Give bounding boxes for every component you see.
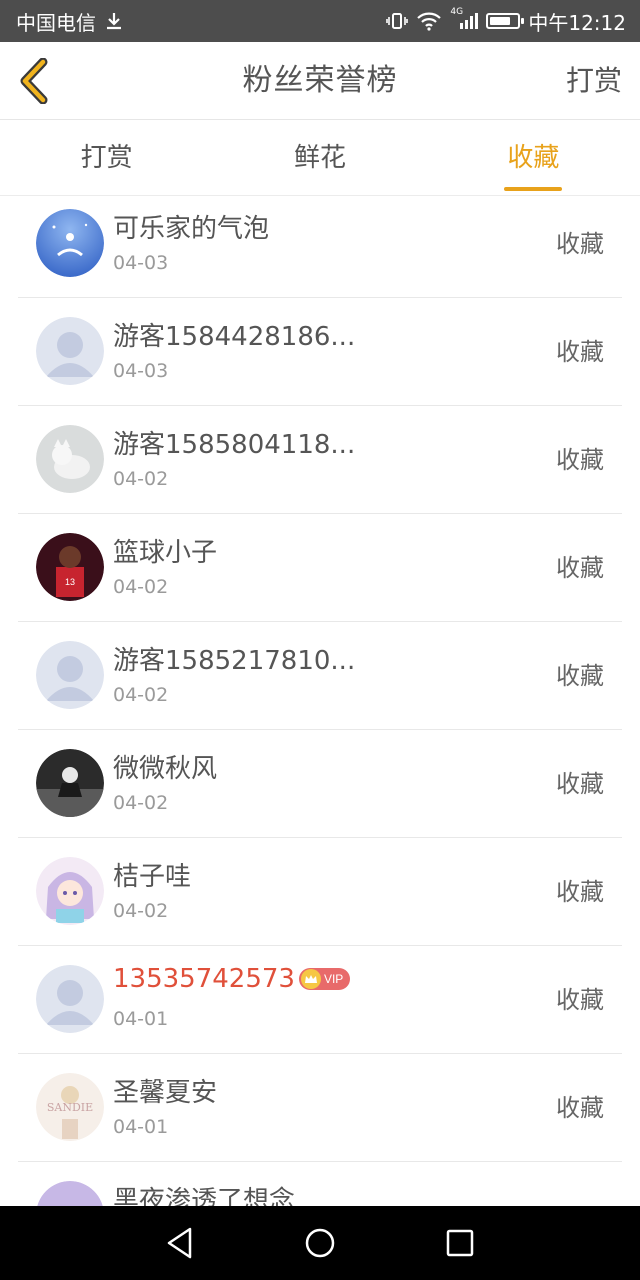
crown-icon bbox=[300, 969, 321, 989]
favorite-date: 04-02 bbox=[113, 792, 169, 814]
avatar[interactable] bbox=[36, 425, 104, 493]
avatar[interactable] bbox=[36, 965, 104, 1033]
header-bar: 粉丝荣誉榜 打赏 bbox=[0, 42, 640, 120]
tab-reward[interactable]: 打赏 bbox=[0, 120, 213, 195]
user-name: 游客1585217810... bbox=[113, 640, 355, 677]
user-name: 黑夜渗透了想念 bbox=[113, 1180, 295, 1206]
tab-flowers[interactable]: 鲜花 bbox=[213, 120, 426, 195]
list-item[interactable]: 微微秋风 04-02 收藏 bbox=[18, 730, 622, 838]
system-nav-bar bbox=[0, 1206, 640, 1280]
user-name-text: 游客1584428186... bbox=[113, 322, 356, 352]
user-name-text: 可乐家的气泡 bbox=[113, 214, 270, 244]
fan-list[interactable]: 可乐家的气泡 04-03 收藏 游客1584428186... 04-03 收藏 游客158… bbox=[0, 190, 640, 1206]
page-title: 粉丝荣誉榜 bbox=[242, 63, 398, 98]
avatar[interactable] bbox=[36, 641, 104, 709]
user-name-text: 微微秋风 bbox=[113, 754, 218, 784]
action-label: 收藏 bbox=[556, 446, 604, 474]
avatar[interactable]: 13 bbox=[36, 533, 104, 601]
action-label: 收藏 bbox=[556, 878, 604, 906]
avatar-text: SANDIE bbox=[46, 1101, 94, 1114]
user-name: 游客1584428186... bbox=[113, 316, 355, 353]
action-label: 收藏 bbox=[556, 986, 604, 1014]
user-name-text: 13535742573 bbox=[113, 964, 295, 994]
user-name-text: 游客1585804118... bbox=[113, 430, 356, 460]
svg-text:13: 13 bbox=[65, 577, 75, 587]
action-label: 收藏 bbox=[556, 230, 604, 258]
avatar[interactable] bbox=[36, 1181, 104, 1206]
home-circle-icon bbox=[305, 1228, 335, 1258]
list-item[interactable]: 13 篮球小子 04-02 收藏 bbox=[18, 514, 622, 622]
avatar[interactable] bbox=[36, 857, 104, 925]
favorite-date: 04-03 bbox=[113, 252, 169, 274]
vip-label: VIP bbox=[323, 972, 344, 986]
favorite-date: 04-02 bbox=[113, 900, 169, 922]
battery-level bbox=[490, 17, 510, 25]
network-type: 4G bbox=[450, 7, 464, 17]
favorite-date: 04-01 bbox=[113, 1116, 169, 1138]
wifi-icon bbox=[416, 11, 442, 31]
favorite-date: 04-03 bbox=[113, 360, 169, 382]
status-bar: 中国电信 4G 中午12:12 bbox=[0, 0, 640, 42]
avatar[interactable] bbox=[36, 749, 104, 817]
action-label: 收藏 bbox=[556, 770, 604, 798]
user-name: 桔子哇 bbox=[113, 856, 191, 893]
clock: 中午12:12 bbox=[528, 10, 626, 35]
avatar[interactable] bbox=[36, 209, 104, 277]
list-item[interactable]: 黑夜渗透了想念 bbox=[18, 1162, 622, 1206]
user-name-text: 篮球小子 bbox=[113, 538, 218, 568]
action-label: 收藏 bbox=[556, 554, 604, 582]
action-label: 收藏 bbox=[556, 1094, 604, 1122]
avatar[interactable] bbox=[36, 317, 104, 385]
nav-recents-button[interactable] bbox=[430, 1213, 490, 1273]
favorite-date: 04-02 bbox=[113, 468, 169, 490]
user-name-text: 圣馨夏安 bbox=[113, 1078, 218, 1108]
avatar[interactable]: SANDIE bbox=[36, 1073, 104, 1141]
user-name-text: 游客1585217810... bbox=[113, 646, 356, 676]
user-name: 13535742573 VIP bbox=[113, 964, 351, 994]
nav-back-button[interactable] bbox=[150, 1213, 210, 1273]
reward-button[interactable]: 打赏 bbox=[566, 42, 622, 120]
vibrate-icon bbox=[386, 11, 409, 31]
user-name: 游客1585804118... bbox=[113, 424, 355, 461]
user-name: 可乐家的气泡 bbox=[113, 208, 269, 245]
user-name-text: 黑夜渗透了想念 bbox=[113, 1186, 296, 1206]
list-item[interactable]: SANDIE 圣馨夏安 04-01 收藏 bbox=[18, 1054, 622, 1162]
list-item[interactable]: 游客1584428186... 04-03 收藏 bbox=[18, 298, 622, 406]
carrier-label: 中国电信 bbox=[16, 10, 96, 35]
tab-bar: 打赏 鲜花 收藏 bbox=[0, 120, 640, 196]
user-name: 微微秋风 bbox=[113, 748, 217, 785]
list-item[interactable]: 游客1585217810... 04-02 收藏 bbox=[18, 622, 622, 730]
favorite-date: 04-01 bbox=[113, 1008, 169, 1030]
signal-icon: 4G bbox=[450, 7, 479, 31]
favorite-date: 04-02 bbox=[113, 576, 169, 598]
action-label: 收藏 bbox=[556, 662, 604, 690]
tab-favorites[interactable]: 收藏 bbox=[427, 120, 640, 195]
user-name: 篮球小子 bbox=[113, 532, 217, 569]
download-icon bbox=[104, 11, 124, 31]
favorite-date: 04-02 bbox=[113, 684, 169, 706]
list-item[interactable]: 可乐家的气泡 04-03 收藏 bbox=[18, 190, 622, 298]
action-label: 收藏 bbox=[556, 338, 604, 366]
vip-badge: VIP bbox=[298, 968, 351, 990]
recents-square-icon bbox=[446, 1229, 474, 1257]
user-name-text: 桔子哇 bbox=[113, 862, 192, 892]
battery-icon bbox=[486, 13, 525, 29]
nav-home-button[interactable] bbox=[290, 1213, 350, 1273]
list-item[interactable]: 桔子哇 04-02 收藏 bbox=[18, 838, 622, 946]
back-triangle-icon bbox=[167, 1227, 192, 1259]
user-name: 圣馨夏安 bbox=[113, 1072, 217, 1109]
list-item[interactable]: 游客1585804118... 04-02 收藏 bbox=[18, 406, 622, 514]
list-item[interactable]: 13535742573 VIP 04-01 收藏 bbox=[18, 946, 622, 1054]
